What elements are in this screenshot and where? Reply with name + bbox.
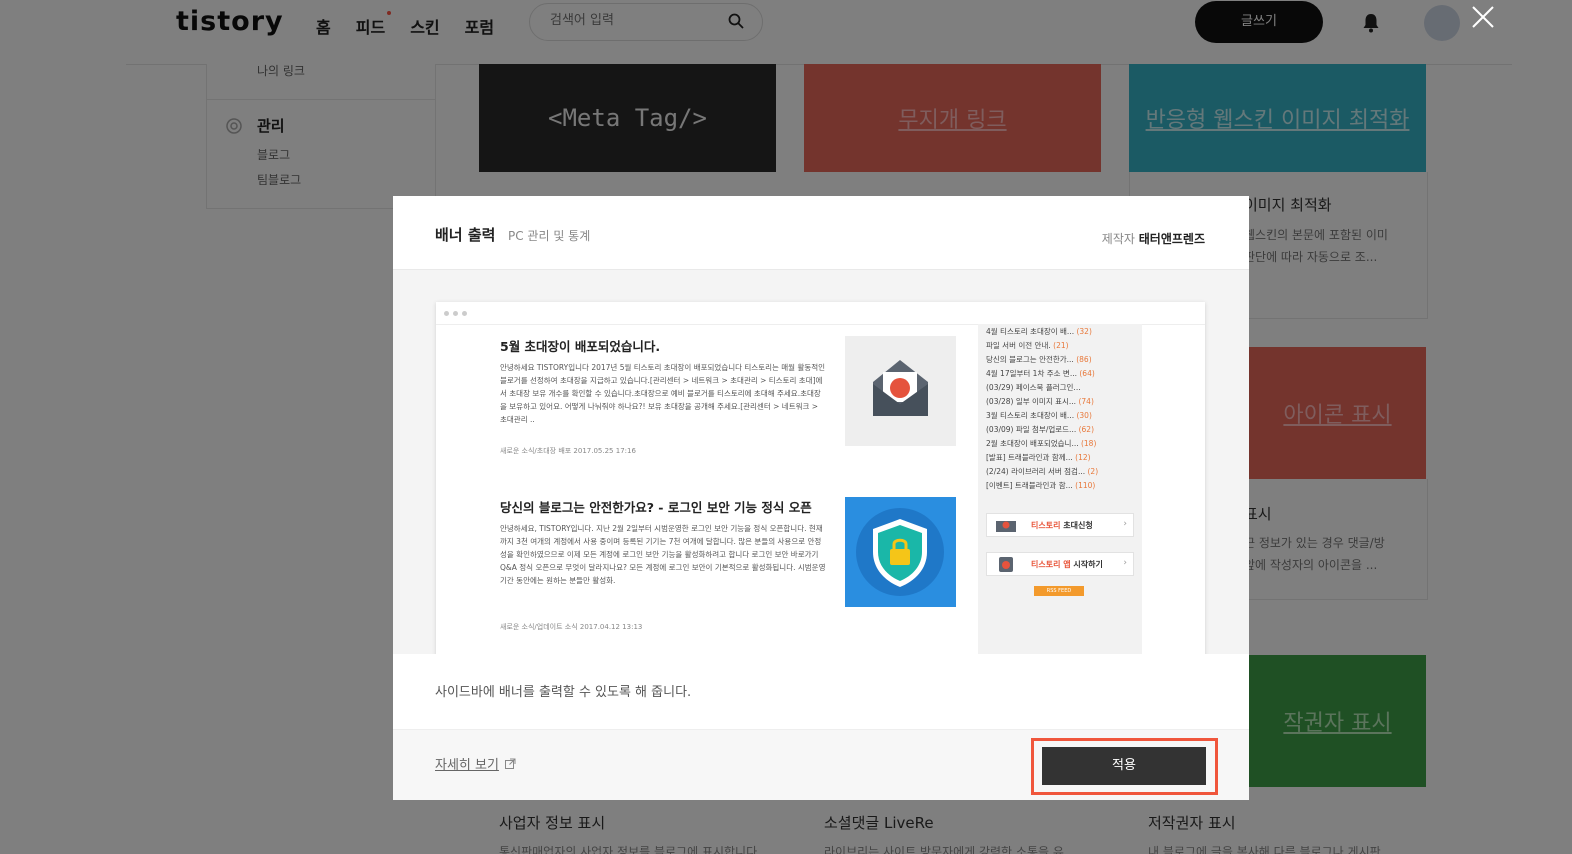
preview-area: 5월 초대장이 배포되었습니다. 안녕하세요 TISTORY입니다 2017년 …: [393, 270, 1249, 654]
preview-post-body: 안녕하세요 TISTORY입니다 2017년 5월 티스토리 초대장이 배포되었…: [500, 363, 826, 424]
preview-post-title: 당신의 블로그는 안전한가요? - 로그인 보안 기능 정식 오픈: [500, 500, 812, 515]
browser-bar: [436, 302, 1205, 325]
side-item-count: (110): [1075, 481, 1096, 490]
shield-lock-icon: [856, 508, 944, 596]
window-dot-icon: [453, 311, 458, 316]
side-item-count: (74): [1078, 397, 1094, 406]
side-list-item: (03/29) 페이스북 플러그인...: [986, 382, 1081, 393]
side-item-text: 당신의 블로그는 안전한가...: [986, 355, 1074, 364]
apply-button-highlight: 적용: [1031, 738, 1218, 795]
side-item-text: (2/24) 라이브러리 서버 점검...: [986, 467, 1086, 476]
side-list-item: 3월 티스토리 초대장이 배... (30): [986, 410, 1092, 421]
side-item-text: 파일 서버 이전 안내.: [986, 341, 1051, 350]
envelope-icon: [996, 521, 1016, 532]
preview-banner-app: 티스토리 앱 시작하기 ›: [986, 552, 1134, 576]
preview-post-title: 5월 초대장이 배포되었습니다.: [500, 339, 661, 354]
side-list-item: (03/28) 일부 이미지 표시... (74): [986, 396, 1094, 407]
side-item-count: (2): [1087, 467, 1099, 476]
banner-label: 초대신청: [1063, 521, 1093, 530]
side-item-count: (30): [1076, 411, 1092, 420]
preview-banner-invite: 티스토리 초대신청 ›: [986, 513, 1134, 537]
side-list-item: [이벤트] 트래블라인과 함... (110): [986, 480, 1095, 491]
banner-text: 티스토리 초대신청: [1031, 520, 1093, 531]
side-item-count: (18): [1080, 439, 1097, 448]
chevron-right-icon: ›: [1123, 558, 1127, 568]
maker-name: 태터앤프렌즈: [1138, 232, 1205, 246]
window-dot-icon: [462, 311, 467, 316]
side-list-item: 당신의 블로그는 안전한가... (86): [986, 354, 1092, 365]
maker-label: 제작자: [1101, 232, 1135, 246]
side-item-text: 4월 17일부터 1차 주소 변...: [986, 369, 1077, 378]
side-item-count: (21): [1053, 341, 1069, 350]
side-item-count: (64): [1079, 369, 1095, 378]
rss-feed-badge: RSS FEED: [1034, 586, 1084, 596]
side-item-text: [발표] 트래블라인과 함께...: [986, 453, 1073, 462]
preview-post-meta: 새로운 소식/업데이트 소식 2017.04.12 13:13: [500, 623, 643, 631]
preview-post-meta: 새로운 소식/초대장 배포 2017.05.25 17:16: [500, 447, 636, 455]
window-dot-icon: [444, 311, 449, 316]
side-list-item: 2월 초대장이 배포되었습니... (18): [986, 438, 1096, 449]
banner-text: 티스토리 앱 시작하기: [1031, 559, 1103, 570]
modal-category: PC 관리 및 통계: [508, 229, 591, 243]
preview-thumb-envelope: [845, 336, 956, 446]
modal-maker: 제작자 태터앤프렌즈: [1102, 230, 1205, 247]
modal-description: 사이드바에 배너를 출력할 수 있도록 해 줍니다.: [435, 685, 692, 700]
preview-thumb-shield: [845, 497, 956, 607]
modal-header: 배너 출력 PC 관리 및 통계 제작자 태터앤프렌즈: [393, 196, 1249, 270]
side-list-item: [발표] 트래블라인과 함께... (12): [986, 452, 1091, 463]
side-item-text: (03/09) 파일 첨부/업로드...: [986, 425, 1077, 434]
side-item-text: 4월 티스토리 초대장이 배...: [986, 327, 1075, 336]
side-list-item: (2/24) 라이브러리 서버 점검... (2): [986, 466, 1098, 477]
envelope-icon: [873, 360, 928, 416]
apply-button[interactable]: 적용: [1042, 747, 1206, 785]
external-link-icon[interactable]: [505, 758, 516, 769]
preview-browser: 5월 초대장이 배포되었습니다. 안녕하세요 TISTORY입니다 2017년 …: [436, 302, 1205, 654]
side-item-count: (62): [1078, 425, 1095, 434]
side-item-count: (32): [1076, 327, 1092, 336]
banner-brand: 티스토리: [1031, 521, 1061, 530]
plugin-detail-modal: 배너 출력 PC 관리 및 통계 제작자 태터앤프렌즈 5월 초대장이 배포되었…: [393, 196, 1249, 800]
side-item-count: (86): [1076, 355, 1092, 364]
side-item-count: (12): [1075, 453, 1091, 462]
side-item-text: (03/29) 페이스북 플러그인...: [986, 383, 1081, 392]
side-item-text: (03/28) 일부 이미지 표시...: [986, 397, 1077, 406]
preview-sidebar: 4월 티스토리 초대장이 배... (32) 파일 서버 이전 안내. (21)…: [978, 324, 1142, 654]
chevron-right-icon: ›: [1123, 519, 1127, 529]
side-list-item: 4월 17일부터 1차 주소 변... (64): [986, 368, 1095, 379]
banner-label: 시작하기: [1073, 560, 1103, 569]
side-item-text: [이벤트] 트래블라인과 함...: [986, 481, 1073, 490]
side-list-item: 4월 티스토리 초대장이 배... (32): [986, 326, 1092, 337]
side-list-item: 파일 서버 이전 안내. (21): [986, 340, 1069, 351]
modal-title: 배너 출력: [435, 226, 496, 244]
app-icon: [999, 557, 1013, 572]
side-item-text: 3월 티스토리 초대장이 배...: [986, 411, 1075, 420]
banner-brand: 티스토리 앱: [1031, 560, 1071, 569]
more-info-link[interactable]: 자세히 보기: [435, 754, 499, 773]
preview-post-body: 안녕하세요, TISTORY입니다. 지난 2월 2일부터 시범운영한 로그인 …: [500, 524, 826, 585]
side-list-item: (03/09) 파일 첨부/업로드... (62): [986, 424, 1094, 435]
modal-footer: 자세히 보기 적용: [393, 729, 1249, 800]
side-item-text: 2월 초대장이 배포되었습니...: [986, 439, 1079, 448]
close-icon[interactable]: [1470, 4, 1496, 30]
